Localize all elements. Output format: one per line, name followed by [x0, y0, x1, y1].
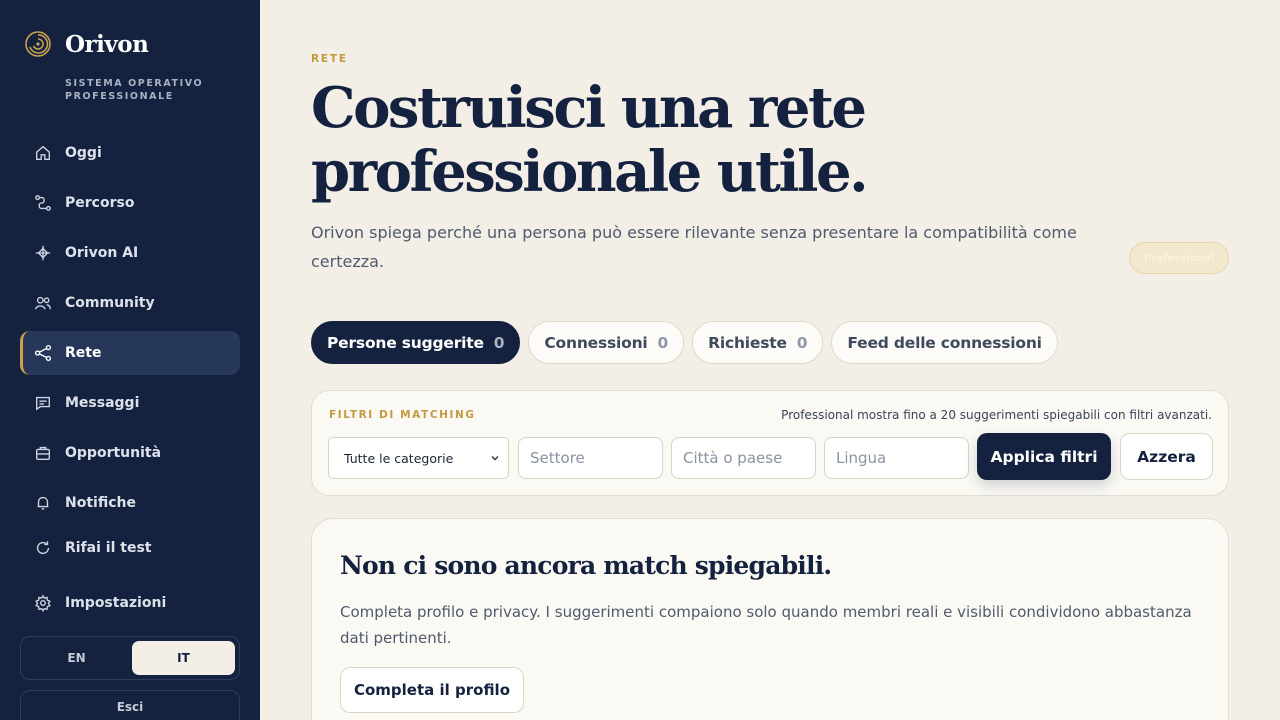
- tab-connessioni[interactable]: Connessioni 0: [528, 321, 685, 364]
- tab-label: Feed delle connessioni: [847, 333, 1042, 352]
- sidebar-item-label: Opportunità: [65, 445, 162, 461]
- language-input[interactable]: Lingua: [824, 437, 969, 479]
- page-eyebrow: RETE: [311, 53, 348, 65]
- sidebar-item-label: Oggi: [65, 145, 102, 161]
- sidebar-item-orivon-ai[interactable]: Orivon AI: [20, 231, 240, 275]
- sparkle-icon: [33, 243, 53, 263]
- complete-profile-button[interactable]: Completa il profilo: [340, 667, 524, 713]
- empty-state-title: Non ci sono ancora match spiegabili.: [340, 551, 832, 580]
- tab-persone-suggerite[interactable]: Persone suggerite 0: [311, 321, 521, 364]
- share-network-icon: [33, 343, 53, 363]
- sidebar-item-label: Impostazioni: [65, 595, 167, 611]
- tab-label: Connessioni: [544, 333, 648, 352]
- matching-filters-panel: FILTRI DI MATCHING Professional mostra f…: [311, 390, 1229, 496]
- filters-plan-note: Professional mostra fino a 20 suggerimen…: [781, 408, 1212, 422]
- tab-richieste[interactable]: Richieste 0: [692, 321, 824, 364]
- orivon-logo-icon: [25, 31, 51, 57]
- sidebar: Orivon SISTEMA OPERATIVO PROFESSIONALE O…: [0, 0, 260, 720]
- sidebar-item-rifai-il-test[interactable]: Rifai il test: [20, 526, 240, 570]
- language-option-it[interactable]: IT: [132, 641, 235, 675]
- sidebar-item-impostazioni[interactable]: Impostazioni: [20, 581, 240, 625]
- page-lead: Orivon spiega perché una persona può ess…: [311, 223, 1077, 271]
- sidebar-item-label: Notifiche: [65, 495, 136, 511]
- tab-count: 0: [796, 333, 808, 352]
- plan-badge: Professional: [1129, 242, 1229, 274]
- refresh-icon: [33, 538, 53, 558]
- language-switch: EN IT: [20, 636, 240, 680]
- gear-icon: [33, 593, 53, 613]
- tab-count: 0: [493, 333, 505, 352]
- sidebar-item-label: Orivon AI: [65, 245, 139, 261]
- route-icon: [33, 193, 53, 213]
- language-option-en[interactable]: EN: [25, 641, 128, 675]
- tab-label: Persone suggerite: [327, 333, 484, 352]
- logout-button[interactable]: Esci: [20, 690, 240, 720]
- brand-tagline: SISTEMA OPERATIVO PROFESSIONALE: [65, 78, 204, 102]
- apply-filters-button[interactable]: Applica filtri: [977, 433, 1111, 480]
- filters-heading: FILTRI DI MATCHING: [329, 409, 476, 421]
- sidebar-item-label: Rifai il test: [65, 540, 152, 556]
- category-select-value: Tutte le categorie: [344, 450, 454, 466]
- bell-icon: [33, 493, 53, 513]
- brand-name: Orivon: [65, 30, 149, 58]
- sidebar-item-notifiche[interactable]: Notifiche: [20, 481, 240, 525]
- sidebar-item-percorso[interactable]: Percorso: [20, 181, 240, 225]
- brand[interactable]: Orivon: [24, 30, 149, 58]
- sidebar-item-messaggi[interactable]: Messaggi: [20, 381, 240, 425]
- city-input[interactable]: Città o paese: [671, 437, 816, 479]
- sidebar-item-community[interactable]: Community: [20, 281, 240, 325]
- sidebar-item-label: Percorso: [65, 195, 135, 211]
- empty-state-text: Completa profilo e privacy. I suggerimen…: [340, 603, 1192, 647]
- tab-feed-connessioni[interactable]: Feed delle connessioni: [831, 321, 1058, 364]
- sidebar-item-label: Messaggi: [65, 395, 140, 411]
- tab-label: Richieste: [708, 333, 787, 352]
- reset-filters-button[interactable]: Azzera: [1120, 433, 1213, 480]
- users-icon: [33, 293, 53, 313]
- sidebar-item-rete[interactable]: Rete: [20, 331, 240, 375]
- briefcase-icon: [33, 443, 53, 463]
- tab-count: 0: [657, 333, 669, 352]
- message-icon: [33, 393, 53, 413]
- empty-state-card: Non ci sono ancora match spiegabili. Com…: [311, 518, 1229, 720]
- sector-input[interactable]: Settore: [518, 437, 663, 479]
- home-icon: [33, 143, 53, 163]
- page-title: Costruisci una rete professionale utile.: [311, 75, 869, 205]
- network-tabs: Persone suggerite 0 Connessioni 0 Richie…: [311, 321, 1058, 364]
- sidebar-item-opportunita[interactable]: Opportunità: [20, 431, 240, 475]
- sidebar-item-label: Rete: [65, 345, 102, 361]
- category-select[interactable]: Tutte le categorie: [328, 437, 509, 479]
- sidebar-item-label: Community: [65, 295, 155, 311]
- sidebar-item-oggi[interactable]: Oggi: [20, 131, 240, 175]
- chevron-down-icon: [491, 456, 499, 461]
